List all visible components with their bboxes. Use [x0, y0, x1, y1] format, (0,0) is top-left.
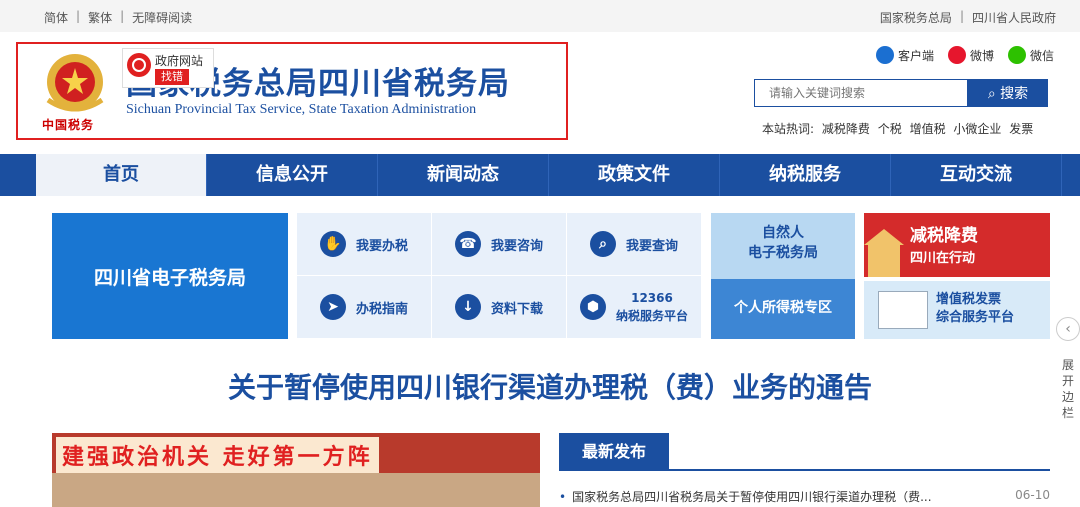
platform-number: 12366 — [631, 291, 673, 305]
vat-line2: 综合服务平台 — [936, 310, 1015, 325]
nav-tab-tax-service[interactable]: 纳税服务 — [720, 154, 891, 196]
nav-tab-policy[interactable]: 政策文件 — [549, 154, 720, 196]
magnifier-icon — [127, 53, 151, 77]
e-tax-bureau-tile[interactable]: 四川省电子税务局 — [52, 213, 288, 339]
weibo-label: 微博 — [969, 48, 994, 63]
search-doc-icon: ⌕ — [589, 231, 616, 257]
hand-icon: ✋ — [319, 231, 346, 257]
news-title: 国家税务总局四川省税务局关于暂停使用四川银行渠道办理税（费... — [572, 490, 932, 504]
service-guide[interactable]: ➤ 办税指南 — [297, 276, 432, 339]
nav-tab-home[interactable]: 首页 — [36, 154, 207, 196]
emblem-label: 中国税务 — [42, 118, 95, 132]
list-item[interactable]: • 国家税务总局四川省税务局关于暂停使用四川银行渠道办理税（费... 06-10 — [559, 488, 1050, 505]
service-label: 办税指南 — [355, 301, 408, 317]
chevron-left-icon: ‹ — [1056, 317, 1080, 341]
natural-person-tile[interactable]: 自然人电子税务局 个人所得税专区 — [711, 213, 855, 339]
badge-line2: 找错 — [155, 69, 189, 85]
search-bar: ⌕ 搜索 — [754, 79, 1048, 107]
sichuan-gov-link[interactable]: 四川省人民政府 — [972, 9, 1056, 26]
hot-term[interactable]: 个税 — [878, 122, 902, 136]
building-icon — [864, 229, 904, 277]
language-links: 简体 | 繁体 | 无障碍阅读 — [44, 9, 192, 26]
social-links: 客户端 微博 微信 — [875, 46, 1054, 64]
client-link[interactable]: 客户端 — [875, 46, 934, 64]
search-icon: ⌕ — [987, 86, 996, 102]
service-label: 我要查询 — [625, 238, 678, 254]
weibo-link[interactable]: 微博 — [947, 46, 994, 64]
hot-term[interactable]: 小微企业 — [953, 122, 1001, 136]
iit-zone-label: 个人所得税专区 — [734, 300, 832, 316]
bullet: • — [559, 490, 567, 504]
service-grid: ✋ 我要办税 ☎ 我要咨询 ⌕ 我要查询 ➤ 办税指南 ↓ 资料下载 ⬢ 123… — [297, 213, 702, 339]
reduce-subtitle: 四川在行动 — [910, 251, 976, 266]
latest-news-header: 最新发布 — [559, 433, 1050, 471]
hot-term[interactable]: 减税降费 — [822, 122, 870, 136]
traditional-chinese-link[interactable]: 繁体 — [88, 9, 112, 26]
accessibility-link[interactable]: 无障碍阅读 — [132, 9, 192, 26]
nav-tab-news[interactable]: 新闻动态 — [378, 154, 549, 196]
tax-reduction-tile[interactable]: 减税降费 四川在行动 — [864, 213, 1050, 277]
party-banner[interactable]: 建强政治机关 走好第一方阵 — [52, 433, 540, 507]
hot-terms: 本站热词: 减税降费 个税 增值税 小微企业 发票 — [762, 120, 1037, 137]
hot-term[interactable]: 增值税 — [910, 122, 946, 136]
service-label: 我要办税 — [355, 238, 408, 254]
divider: | — [959, 9, 964, 23]
weibo-icon — [947, 46, 966, 64]
external-links: 国家税务总局 | 四川省人民政府 — [880, 9, 1056, 26]
main-nav: 首页 信息公开 新闻动态 政策文件 纳税服务 互动交流 — [0, 154, 1080, 196]
nav-tab-interaction[interactable]: 互动交流 — [891, 154, 1062, 196]
sta-link[interactable]: 国家税务总局 — [880, 9, 952, 26]
service-consult[interactable]: ☎ 我要咨询 — [432, 213, 567, 276]
natural-line2: 电子税务局 — [748, 245, 818, 261]
simplified-chinese-link[interactable]: 简体 — [44, 9, 68, 26]
vat-line1: 增值税发票 — [936, 292, 1002, 307]
nav-tab-info-disclosure[interactable]: 信息公开 — [207, 154, 378, 196]
wechat-label: 微信 — [1029, 48, 1054, 63]
wechat-link[interactable]: 微信 — [1007, 46, 1054, 64]
service-12366-platform[interactable]: ⬢ 12366 纳税服务平台 — [567, 276, 702, 339]
headset-icon: ☎ — [454, 231, 481, 257]
natural-person-title: 自然人 电子税务局 — [711, 223, 855, 263]
news-date: 06-10 — [1015, 488, 1050, 502]
wechat-icon — [1007, 46, 1026, 64]
platform-name: 纳税服务平台 — [615, 309, 688, 323]
service-do-tax[interactable]: ✋ 我要办税 — [297, 213, 432, 276]
compass-icon: ➤ — [319, 294, 346, 320]
badge-line1: 政府网站 — [155, 54, 204, 68]
service-label: 我要咨询 — [490, 238, 543, 254]
reduce-title: 减税降费 — [910, 226, 978, 246]
site-header-logo[interactable]: 中国税务 国家税务总局四川省税务局 Sichuan Provincial Tax… — [16, 42, 568, 140]
service-label: 12366 纳税服务平台 — [616, 289, 688, 325]
top-utility-bar: 简体 | 繁体 | 无障碍阅读 国家税务总局 | 四川省人民政府 — [0, 0, 1080, 32]
natural-line1: 自然人 — [762, 225, 804, 241]
invoice-icon — [878, 291, 928, 329]
vat-invoice-tile[interactable]: 增值税发票综合服务平台 — [864, 281, 1050, 339]
divider: | — [76, 9, 81, 23]
notice-headline[interactable]: 关于暂停使用四川银行渠道办理税（费）业务的通告 — [0, 366, 1080, 406]
client-icon — [875, 46, 894, 64]
client-label: 客户端 — [897, 48, 934, 63]
banner-hall-image — [52, 473, 540, 507]
gov-site-report-badge[interactable]: 政府网站 找错 — [122, 48, 214, 88]
service-download[interactable]: ↓ 资料下载 — [432, 276, 567, 339]
download-icon: ↓ — [454, 294, 481, 320]
service-label: 资料下载 — [490, 301, 543, 317]
search-input[interactable] — [754, 79, 968, 107]
hot-term[interactable]: 发票 — [1009, 122, 1033, 136]
hot-terms-label: 本站热词: — [762, 122, 815, 136]
search-button-label: 搜索 — [1000, 86, 1029, 102]
search-button[interactable]: ⌕ 搜索 — [968, 79, 1048, 107]
vat-title: 增值税发票综合服务平台 — [936, 291, 1014, 327]
banner-text: 建强政治机关 走好第一方阵 — [56, 437, 379, 473]
tab-latest[interactable]: 最新发布 — [559, 433, 669, 471]
site-title-english: Sichuan Provincial Tax Service, State Ta… — [126, 102, 477, 117]
platform-icon: ⬢ — [579, 294, 606, 320]
divider: | — [120, 9, 125, 23]
service-query[interactable]: ⌕ 我要查询 — [567, 213, 702, 276]
